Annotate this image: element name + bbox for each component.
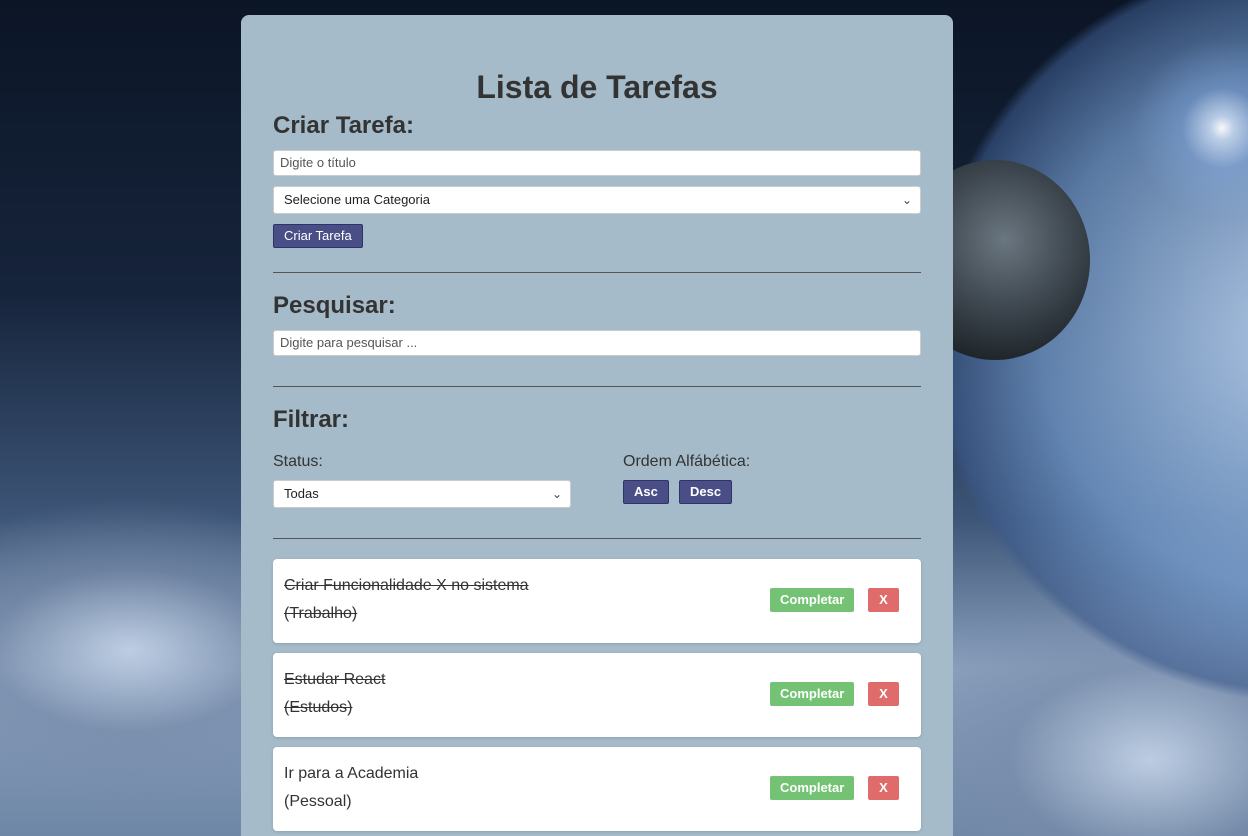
task-item: Criar Funcionalidade X no sistema (Traba… xyxy=(273,559,921,643)
sort-desc-button[interactable]: Desc xyxy=(679,480,733,504)
order-label: Ordem Alfábética: xyxy=(623,453,751,470)
status-select-value: Todas xyxy=(284,486,319,501)
divider xyxy=(273,538,921,539)
task-title: Ir para a Academia xyxy=(284,765,419,782)
complete-button[interactable]: Completar xyxy=(770,776,855,800)
search-heading: Pesquisar: xyxy=(273,292,396,319)
chevron-down-icon: ⌄ xyxy=(901,193,912,207)
chevron-down-icon: ⌄ xyxy=(551,487,562,501)
remove-button[interactable]: X xyxy=(868,776,899,800)
divider xyxy=(273,272,921,273)
status-select[interactable]: Todas ⌄ xyxy=(273,480,571,508)
task-title: Criar Funcionalidade X no sistema xyxy=(284,577,529,594)
create-task-heading: Criar Tarefa: xyxy=(273,112,414,139)
sort-asc-button[interactable]: Asc xyxy=(623,480,669,504)
create-task-button[interactable]: Criar Tarefa xyxy=(273,224,363,248)
filter-heading: Filtrar: xyxy=(273,406,350,433)
task-title-input[interactable]: Digite o título xyxy=(273,150,921,176)
complete-button[interactable]: Completar xyxy=(770,588,855,612)
task-category: (Pessoal) xyxy=(284,793,352,810)
category-select[interactable]: Selecione uma Categoria ⌄ xyxy=(273,186,921,214)
page-title: Lista de Tarefas xyxy=(476,69,718,105)
task-category: (Trabalho) xyxy=(284,605,358,622)
task-title: Estudar React xyxy=(284,671,386,688)
todo-app-panel: Lista de Tarefas Criar Tarefa: Digite o … xyxy=(241,15,953,836)
task-category: (Estudos) xyxy=(284,699,353,716)
remove-button[interactable]: X xyxy=(868,682,899,706)
category-select-value: Selecione uma Categoria xyxy=(284,192,430,207)
complete-button[interactable]: Completar xyxy=(770,682,855,706)
status-label: Status: xyxy=(273,453,323,470)
divider xyxy=(273,386,921,387)
remove-button[interactable]: X xyxy=(868,588,899,612)
task-item: Estudar React (Estudos) Completar X xyxy=(273,653,921,737)
task-item: Ir para a Academia (Pessoal) Completar X xyxy=(273,747,921,831)
search-input[interactable]: Digite para pesquisar ... xyxy=(273,330,921,356)
